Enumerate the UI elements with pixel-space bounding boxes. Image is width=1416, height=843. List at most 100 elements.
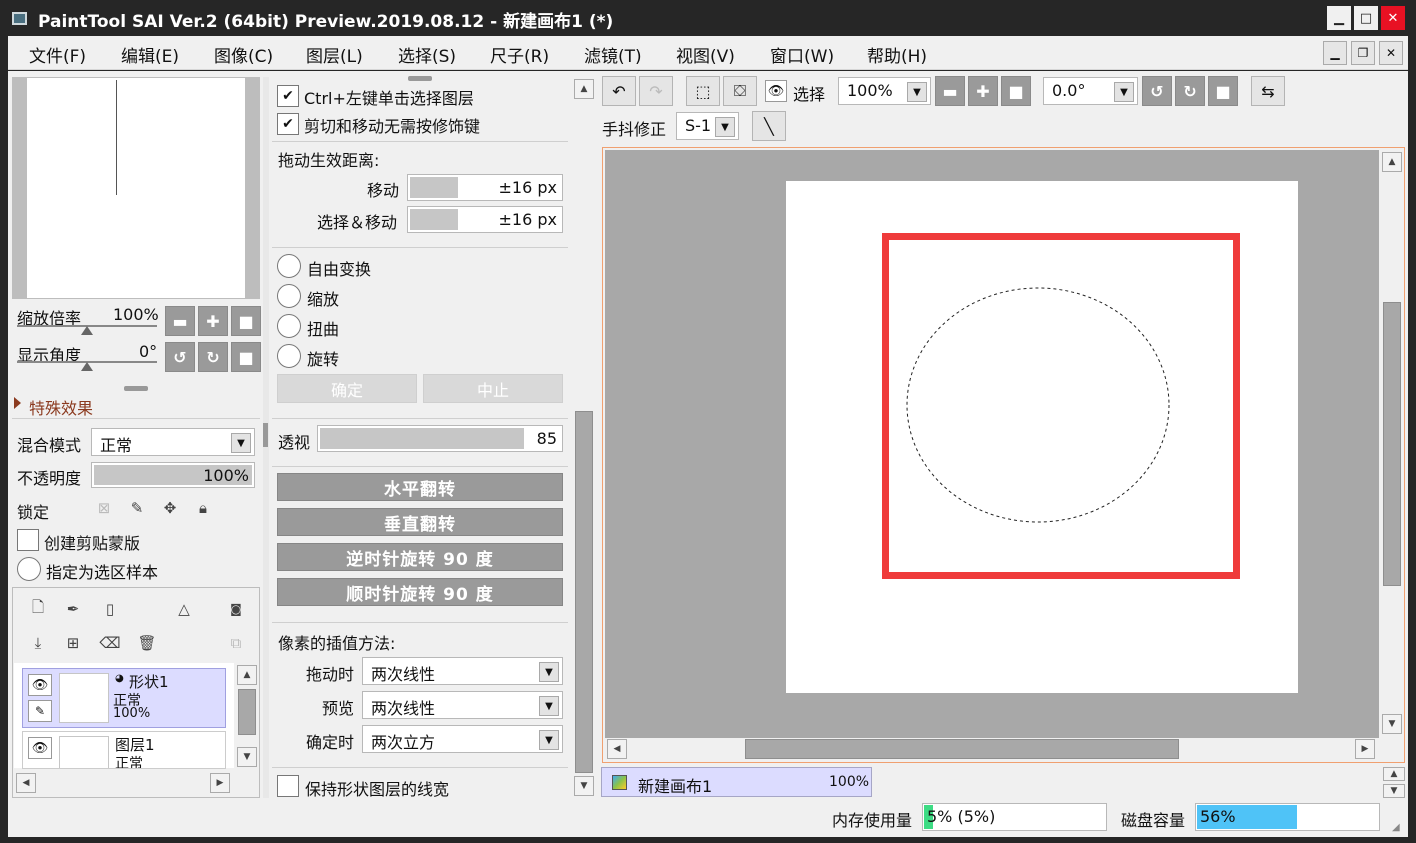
opacity-slider[interactable]: 100% bbox=[91, 462, 255, 488]
scroll-up-arrow[interactable]: ▲ bbox=[237, 665, 257, 685]
canvas-zoom-reset-button[interactable]: ■ bbox=[1001, 76, 1031, 106]
drag-time-select[interactable]: 两次线性 ▼ bbox=[362, 657, 563, 685]
transform-scrollbar[interactable]: ▲ ▼ bbox=[572, 77, 596, 798]
straight-line-icon[interactable]: ╲ bbox=[752, 111, 786, 141]
canvas-rotate-cw-button[interactable]: ↻ bbox=[1175, 76, 1205, 106]
scroll-up-arrow[interactable]: ▲ bbox=[1382, 152, 1402, 172]
select-move-distance-field[interactable]: ±16 px bbox=[407, 206, 563, 233]
redo-button[interactable]: ↷ bbox=[639, 76, 673, 106]
new-layer-icon[interactable]: 🗋︎ bbox=[25, 596, 51, 622]
keep-line-width-checkbox[interactable] bbox=[277, 775, 299, 797]
scroll-left-arrow[interactable]: ◀ bbox=[16, 773, 36, 793]
abort-button[interactable]: 中止 bbox=[423, 374, 563, 403]
rotate-cw-view-button[interactable]: ↻ bbox=[198, 342, 228, 372]
canvas-zoom-select[interactable]: 100% ▼ bbox=[838, 77, 931, 105]
new-folder-icon[interactable]: ▯ bbox=[97, 596, 123, 622]
scroll-right-arrow[interactable]: ▶ bbox=[210, 773, 230, 793]
rotate-ccw-90-button[interactable]: 逆时针旋转 90 度 bbox=[277, 543, 563, 571]
tab-scroll-up-arrow[interactable]: ▲ bbox=[1383, 767, 1405, 781]
layer-item-layer1[interactable]: 👁︎ 图层1 正常 bbox=[22, 731, 226, 769]
scroll-thumb[interactable] bbox=[238, 689, 256, 735]
menu-filter[interactable]: 滤镜(T) bbox=[584, 42, 642, 67]
eye-icon[interactable]: 👁︎ bbox=[28, 737, 52, 759]
canvas-hscrollbar[interactable]: ◀ ▶ bbox=[605, 738, 1379, 760]
canvas-angle-select[interactable]: 0.0° ▼ bbox=[1043, 77, 1138, 105]
pencil-icon[interactable]: ✎ bbox=[28, 700, 52, 722]
angle-slider-handle[interactable] bbox=[81, 362, 93, 371]
lock-move-icon[interactable]: ✥ bbox=[157, 495, 183, 521]
scroll-right-arrow[interactable]: ▶ bbox=[1355, 739, 1375, 759]
scale-radio[interactable] bbox=[277, 284, 301, 308]
canvas-viewport[interactable]: ▲ ▼ ◀ ▶ bbox=[602, 147, 1405, 763]
scroll-thumb[interactable] bbox=[745, 739, 1179, 759]
menu-layer[interactable]: 图层(L) bbox=[306, 42, 363, 67]
select-all-icon[interactable]: ⛋ bbox=[723, 76, 757, 106]
menu-image[interactable]: 图像(C) bbox=[214, 42, 273, 67]
blend-mode-select[interactable]: 正常 ▼ bbox=[91, 428, 255, 456]
selection-sample-radio[interactable] bbox=[17, 557, 41, 581]
close-button[interactable]: ✕ bbox=[1381, 6, 1405, 30]
scroll-up-arrow[interactable]: ▲ bbox=[574, 79, 594, 99]
rotate-cw-90-button[interactable]: 顺时针旋转 90 度 bbox=[277, 578, 563, 606]
flip-horizontal-button[interactable]: 水平翻转 bbox=[277, 473, 563, 501]
navigator-preview[interactable] bbox=[12, 77, 260, 299]
flip-vertical-button[interactable]: 垂直翻转 bbox=[277, 508, 563, 536]
stabilizer-select[interactable]: S-1 ▼ bbox=[676, 112, 739, 140]
layer-mask-icon[interactable]: ◙ bbox=[223, 596, 249, 622]
trash-icon[interactable]: 🗑︎ bbox=[134, 630, 160, 656]
confirm-button[interactable]: 确定 bbox=[277, 374, 417, 403]
scroll-down-arrow[interactable]: ▼ bbox=[574, 776, 594, 796]
menu-ruler[interactable]: 尺子(R) bbox=[490, 42, 549, 67]
panel-splitter-handle[interactable] bbox=[124, 386, 148, 391]
rotate-radio[interactable] bbox=[277, 344, 301, 368]
zoom-slider-handle[interactable] bbox=[81, 326, 93, 335]
canvas-angle-reset-button[interactable]: ■ bbox=[1208, 76, 1238, 106]
angle-reset-button[interactable]: ■ bbox=[231, 342, 261, 372]
menu-file[interactable]: 文件(F) bbox=[29, 42, 86, 67]
menu-select[interactable]: 选择(S) bbox=[398, 42, 456, 67]
zoom-in-button[interactable]: ✚ bbox=[198, 306, 228, 336]
minimize-button[interactable]: ▁ bbox=[1327, 6, 1351, 30]
canvas-vscrollbar[interactable]: ▲ ▼ bbox=[1380, 150, 1404, 738]
eye-icon[interactable]: 👁︎ bbox=[765, 80, 787, 102]
panel-splitter-handle[interactable] bbox=[408, 76, 432, 81]
deselect-icon[interactable]: ⬚ bbox=[686, 76, 720, 106]
menu-help[interactable]: 帮助(H) bbox=[867, 42, 927, 67]
flip-view-icon[interactable]: ⇆ bbox=[1251, 76, 1285, 106]
scroll-thumb[interactable] bbox=[575, 411, 593, 773]
effects-label[interactable]: 特殊效果 bbox=[29, 395, 93, 419]
new-shape-layer-icon[interactable]: △ bbox=[171, 596, 197, 622]
apply-mask-icon[interactable]: ⧉ bbox=[223, 630, 249, 656]
effects-expand-icon[interactable] bbox=[14, 397, 21, 409]
layer-hscrollbar[interactable]: ◀ ▶ bbox=[14, 772, 234, 794]
doc-restore-button[interactable]: ❐ bbox=[1351, 41, 1375, 65]
undo-button[interactable]: ↶ bbox=[602, 76, 636, 106]
canvas-rotate-ccw-button[interactable]: ↺ bbox=[1142, 76, 1172, 106]
menu-edit[interactable]: 编辑(E) bbox=[121, 42, 179, 67]
distort-radio[interactable] bbox=[277, 314, 301, 338]
tab-scroll-down-arrow[interactable]: ▼ bbox=[1383, 784, 1405, 798]
layer-scrollbar[interactable]: ▲ ▼ bbox=[236, 663, 258, 771]
clip-mask-checkbox[interactable] bbox=[17, 529, 39, 551]
rotate-ccw-view-button[interactable]: ↺ bbox=[165, 342, 195, 372]
eye-icon[interactable]: 👁︎ bbox=[28, 674, 52, 696]
perspective-slider[interactable]: 85 bbox=[317, 425, 563, 452]
doc-close-button[interactable]: ✕ bbox=[1379, 41, 1403, 65]
zoom-reset-button[interactable]: ■ bbox=[231, 306, 261, 336]
scroll-down-arrow[interactable]: ▼ bbox=[1382, 714, 1402, 734]
lock-all-icon[interactable]: 🔒︎ bbox=[190, 495, 216, 521]
maximize-button[interactable]: □ bbox=[1354, 6, 1378, 30]
scroll-down-arrow[interactable]: ▼ bbox=[237, 747, 257, 767]
confirm-time-select[interactable]: 两次立方 ▼ bbox=[362, 725, 563, 753]
doc-minimize-button[interactable]: ▁ bbox=[1323, 41, 1347, 65]
preview-select[interactable]: 两次线性 ▼ bbox=[362, 691, 563, 719]
canvas-zoom-out-button[interactable]: ▬ bbox=[935, 76, 965, 106]
merge-down-icon[interactable]: ⤓ bbox=[25, 630, 51, 656]
ctrl-click-checkbox[interactable]: ✔ bbox=[277, 85, 299, 107]
zoom-out-button[interactable]: ▬ bbox=[165, 306, 195, 336]
panel-resize-handle[interactable] bbox=[263, 423, 268, 447]
scroll-left-arrow[interactable]: ◀ bbox=[607, 739, 627, 759]
move-distance-field[interactable]: ±16 px bbox=[407, 174, 563, 201]
canvas-zoom-in-button[interactable]: ✚ bbox=[968, 76, 998, 106]
layer-item-shape1[interactable]: 👁︎ ✎ ◕ 形状1 正常 100% bbox=[22, 668, 226, 728]
